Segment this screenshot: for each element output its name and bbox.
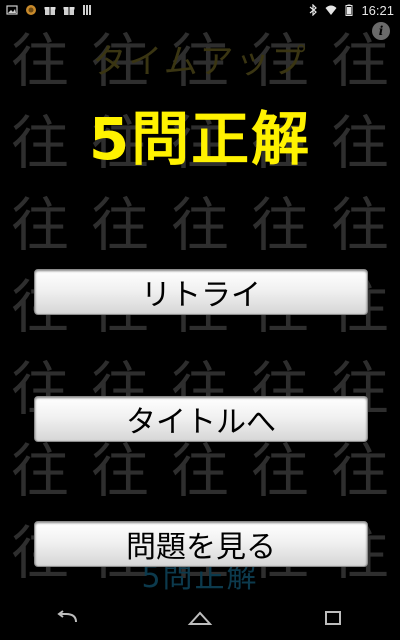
bluetooth-icon [310, 4, 318, 16]
info-icon[interactable]: i [372, 22, 390, 40]
gift-icon [63, 7, 75, 15]
wifi-icon [325, 5, 337, 15]
signal-icon [83, 5, 91, 15]
navigation-bar [0, 596, 400, 640]
background-glyph: 往 [10, 437, 69, 505]
background-glyph: 往 [330, 191, 389, 259]
result-headline: 5問正解 [88, 105, 312, 173]
home-icon[interactable] [186, 608, 214, 628]
background-glyph: 往 [90, 437, 149, 505]
battery-icon [345, 4, 353, 16]
background-glyph: 往 [170, 191, 229, 259]
system-icons: 16:21 [307, 3, 400, 18]
background-glyph: 往 [90, 191, 149, 259]
time-up-text: タイムアップ [92, 42, 308, 82]
background-glyph: 往 [170, 437, 229, 505]
view-questions-button[interactable]: 問題を見る [34, 521, 368, 567]
back-to-title-button[interactable]: タイトルへ [34, 396, 368, 442]
clock: 16:21 [361, 2, 394, 18]
game-result-screen: 往往往往往往往往往往往往往往往往往往往往往往往往往往往往往往往往往往往 タイムア… [0, 20, 400, 596]
notification-icons [0, 4, 94, 16]
background-glyph: 往 [330, 437, 389, 505]
background-glyph: 往 [250, 437, 309, 505]
recent-apps-icon[interactable] [319, 608, 347, 628]
back-icon[interactable] [53, 608, 81, 628]
coin-icon [26, 5, 36, 15]
status-bar: 16:21 [0, 0, 400, 20]
gallery-icon [6, 5, 18, 15]
background-glyph: 往 [10, 191, 69, 259]
gift-icon [44, 7, 56, 15]
background-glyph: 往 [250, 191, 309, 259]
retry-button[interactable]: リトライ [34, 269, 368, 315]
